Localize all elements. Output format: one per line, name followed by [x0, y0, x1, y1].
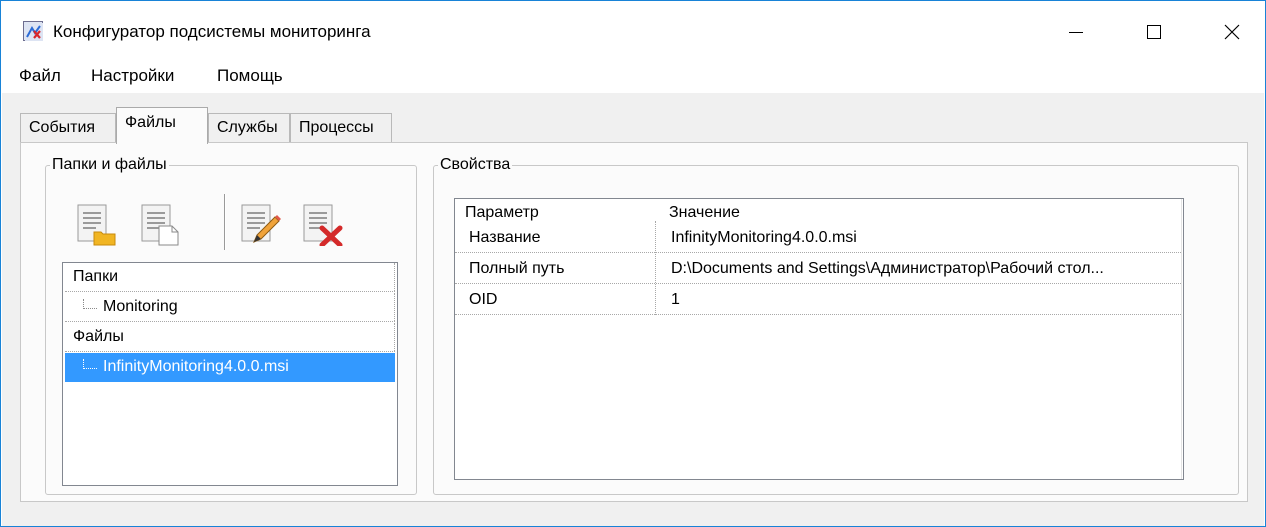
toolbar-separator: [224, 194, 226, 250]
close-button[interactable]: [1209, 9, 1255, 55]
grid-right-border: [1181, 199, 1182, 479]
add-file-button[interactable]: [138, 202, 182, 246]
edit-button[interactable]: [238, 202, 282, 246]
tree-node-label: Папки: [73, 268, 118, 285]
add-file-icon: [141, 204, 179, 246]
files-group-legend: Папки и файлы: [50, 155, 169, 175]
files-group: Папки и файлы Папки Monitoring Файлы Inf…: [45, 155, 417, 495]
add-folder-button[interactable]: [74, 202, 118, 246]
tree-node-label: Файлы: [73, 328, 124, 345]
add-folder-icon: [77, 204, 116, 246]
tab-processes[interactable]: Процессы: [290, 113, 392, 143]
delete-icon: [303, 204, 343, 248]
client-area: События Файлы Службы Процессы Папки и фа…: [2, 93, 1264, 526]
tab-services[interactable]: Службы: [208, 113, 290, 143]
table-row[interactable]: Название InfinityMonitoring4.0.0.msi: [455, 223, 1181, 253]
column-header-value: Значение: [669, 204, 740, 221]
window-title: Конфигуратор подсистемы мониторинга: [53, 22, 371, 41]
delete-button[interactable]: [300, 202, 344, 248]
minimize-icon: [1069, 32, 1083, 33]
table-row[interactable]: Полный путь D:\Documents and Settings\Ад…: [455, 254, 1181, 284]
param-name: Название: [469, 229, 541, 246]
tree-row-border: [394, 263, 395, 291]
tree-connector: [83, 359, 97, 369]
param-value[interactable]: 1: [671, 285, 680, 315]
menu-file[interactable]: Файл: [19, 65, 61, 87]
param-value[interactable]: D:\Documents and Settings\Администратор\…: [671, 254, 1104, 284]
files-tab-page: Папки и файлы Папки Monitoring Файлы Inf…: [20, 142, 1248, 502]
tab-events[interactable]: События: [20, 113, 116, 143]
menu-bar: Файл Настройки Помощь: [1, 61, 1265, 91]
minimize-button[interactable]: [1053, 9, 1099, 55]
tab-files[interactable]: Файлы: [116, 107, 208, 144]
menu-settings[interactable]: Настройки: [91, 65, 174, 87]
tree-node-infinity-msi[interactable]: InfinityMonitoring4.0.0.msi: [65, 353, 395, 382]
table-row[interactable]: OID 1: [455, 285, 1181, 315]
tree-row-border: [394, 293, 395, 321]
folders-files-tree[interactable]: Папки Monitoring Файлы InfinityMonitorin…: [62, 262, 398, 486]
tree-node-folders[interactable]: Папки: [65, 263, 395, 292]
grid-header-row: Параметр Значение: [455, 201, 1181, 223]
maximize-button[interactable]: [1131, 9, 1177, 55]
param-name: OID: [469, 291, 498, 308]
column-header-param: Параметр: [465, 204, 539, 221]
param-name: Полный путь: [469, 260, 565, 277]
properties-group-legend: Свойства: [438, 155, 513, 175]
app-config-icon: [23, 21, 43, 41]
menu-help[interactable]: Помощь: [217, 65, 283, 87]
title-bar[interactable]: Конфигуратор подсистемы мониторинга: [1, 1, 1265, 61]
app-window: Конфигуратор подсистемы мониторинга Файл…: [0, 0, 1266, 527]
tree-node-monitoring[interactable]: Monitoring: [65, 293, 395, 322]
tree-node-label: InfinityMonitoring4.0.0.msi: [103, 358, 289, 375]
edit-icon: [241, 204, 281, 243]
properties-grid[interactable]: Параметр Значение Название InfinityMonit…: [454, 198, 1184, 480]
tree-node-label: Monitoring: [103, 298, 178, 315]
maximize-icon: [1147, 25, 1161, 39]
close-icon: [1224, 24, 1240, 40]
tree-connector: [83, 299, 97, 309]
param-value[interactable]: InfinityMonitoring4.0.0.msi: [671, 223, 857, 253]
tree-node-files[interactable]: Файлы: [65, 323, 395, 352]
tree-row-border: [394, 323, 395, 351]
properties-group: Свойства Параметр Значение Название Infi…: [433, 155, 1239, 495]
